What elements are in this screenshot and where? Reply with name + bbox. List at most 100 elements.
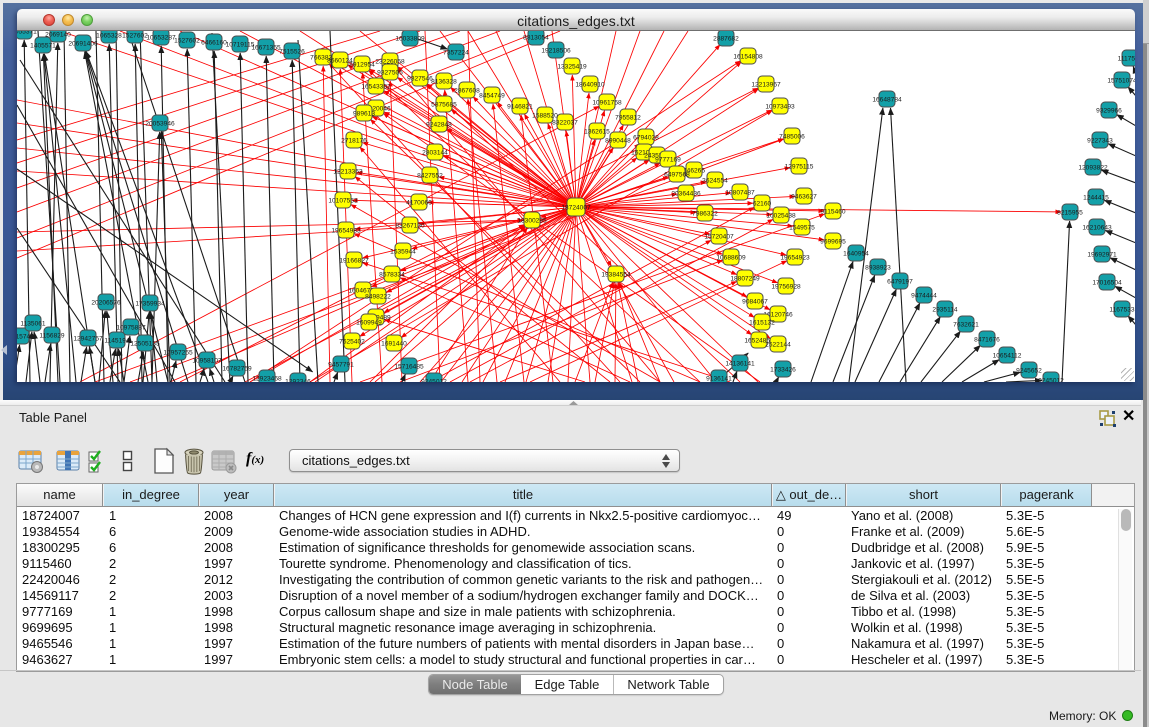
svg-text:1527602: 1527602	[174, 37, 200, 44]
svg-text:2803144: 2803144	[422, 149, 448, 156]
svg-text:9245012: 9245012	[421, 378, 447, 382]
svg-text:17016504: 17016504	[1092, 279, 1122, 286]
svg-text:15716485: 15716485	[394, 363, 424, 370]
svg-text:12923468: 12923468	[252, 375, 282, 382]
svg-text:16154808: 16154808	[733, 53, 763, 60]
svg-text:19654983: 19654983	[331, 227, 361, 234]
svg-text:20053946: 20053946	[145, 120, 175, 127]
svg-text:16782759: 16782759	[222, 365, 252, 372]
svg-text:1244415: 1244415	[1083, 194, 1109, 201]
svg-text:7955812: 7955812	[615, 114, 641, 121]
svg-text:1588520: 1588520	[532, 112, 558, 119]
svg-text:1527602: 1527602	[122, 32, 148, 39]
svg-text:9457791: 9457791	[328, 361, 354, 368]
svg-text:2069140: 2069140	[45, 31, 71, 38]
svg-text:7632621: 7632621	[953, 321, 979, 328]
svg-text:12975115: 12975115	[785, 163, 814, 170]
svg-text:7625402: 7625402	[339, 338, 365, 345]
svg-text:18300295: 18300295	[517, 217, 547, 224]
svg-text:8471676: 8471676	[974, 336, 1000, 343]
svg-text:17957255: 17957255	[163, 349, 193, 356]
svg-text:1733426: 1733426	[770, 366, 796, 373]
svg-text:19166827: 19166827	[339, 257, 369, 264]
svg-text:8136328: 8136328	[431, 78, 457, 85]
svg-text:9777169: 9777169	[655, 156, 681, 163]
svg-text:20206576: 20206576	[91, 299, 121, 306]
svg-text:20364436: 20364436	[671, 190, 701, 197]
svg-text:8427552: 8427552	[417, 172, 443, 179]
svg-text:3915744: 3915744	[17, 333, 34, 340]
svg-text:12093822: 12093822	[1078, 164, 1108, 171]
svg-text:18807249: 18807249	[730, 275, 760, 282]
svg-text:1549575: 1549575	[789, 224, 815, 231]
svg-text:9084067: 9084067	[742, 298, 768, 305]
svg-text:19218506: 19218506	[541, 47, 571, 54]
svg-text:9227343: 9227343	[1087, 137, 1113, 144]
svg-text:20691406: 20691406	[68, 40, 98, 47]
svg-text:2522144: 2522144	[765, 341, 791, 348]
svg-text:989613: 989613	[353, 110, 375, 117]
svg-text:1117535: 1117535	[1118, 55, 1135, 62]
svg-text:9242848: 9242848	[426, 121, 452, 128]
svg-text:12213363: 12213363	[333, 168, 363, 175]
svg-text:7986322: 7986322	[692, 210, 718, 217]
svg-text:7357224: 7357224	[443, 49, 469, 56]
svg-text:10107553: 10107553	[328, 197, 358, 204]
svg-text:9327505: 9327505	[377, 69, 403, 76]
svg-text:8322037: 8322037	[552, 119, 578, 126]
svg-text:10961758: 10961758	[592, 99, 622, 106]
svg-text:10654112: 10654112	[993, 352, 1022, 359]
svg-text:8912954: 8912954	[349, 61, 375, 68]
svg-text:10653287: 10653287	[146, 34, 176, 41]
svg-text:10688609: 10688609	[716, 254, 746, 261]
svg-text:12942757: 12942757	[73, 335, 103, 342]
svg-text:10025438: 10025438	[766, 212, 796, 219]
svg-text:14136141: 14136141	[725, 360, 755, 367]
svg-text:6794028: 6794028	[633, 134, 659, 141]
svg-text:1609949: 1609949	[356, 319, 382, 326]
svg-text:7515526: 7515526	[279, 48, 305, 55]
svg-text:62160: 62160	[753, 200, 772, 207]
svg-text:7485006: 7485006	[779, 133, 805, 140]
svg-text:18724007: 18724007	[561, 204, 591, 211]
svg-text:19654923: 19654923	[780, 254, 810, 261]
svg-text:15751074: 15751074	[1107, 77, 1135, 84]
svg-text:15720407: 15720407	[704, 233, 734, 240]
svg-text:8215955: 8215955	[1057, 209, 1083, 216]
svg-text:1640954: 1640954	[843, 250, 869, 257]
svg-text:16210643: 16210643	[1082, 224, 1112, 231]
svg-text:16033809: 16033809	[395, 35, 425, 42]
svg-text:17359934: 17359934	[135, 300, 165, 307]
svg-text:9463627: 9463627	[791, 193, 817, 200]
svg-text:6479197: 6479197	[887, 278, 913, 285]
svg-text:16648784: 16648784	[872, 96, 902, 103]
svg-text:5875685: 5875685	[431, 101, 457, 108]
svg-text:9699695: 9699695	[820, 238, 846, 245]
svg-text:10975887: 10975887	[116, 324, 146, 331]
svg-text:9329966: 9329966	[1096, 107, 1122, 114]
svg-text:1691440: 1691440	[381, 340, 407, 347]
svg-text:16543382: 16543382	[361, 83, 391, 90]
svg-text:10973493: 10973493	[765, 103, 795, 110]
svg-text:1362615: 1362615	[584, 128, 610, 135]
svg-text:2935114: 2935114	[932, 306, 958, 313]
svg-text:2718176: 2718176	[341, 137, 367, 144]
svg-text:6497568: 6497568	[664, 171, 690, 178]
svg-text:8990448: 8990448	[605, 137, 631, 144]
svg-text:18640910: 18640910	[575, 81, 605, 88]
svg-text:6466160: 6466160	[201, 39, 227, 46]
svg-text:8938923: 8938923	[865, 264, 891, 271]
svg-text:16671355: 16671355	[251, 44, 281, 51]
svg-text:9245012: 9245012	[1038, 377, 1064, 382]
svg-text:8454749: 8454749	[479, 92, 505, 99]
svg-text:19384554: 19384554	[601, 271, 631, 278]
svg-text:1167533: 1167533	[1109, 306, 1135, 313]
svg-text:12213967: 12213967	[751, 81, 781, 88]
svg-text:3624554: 3624554	[702, 177, 728, 184]
svg-text:2887682: 2887682	[713, 35, 739, 42]
svg-text:4170066: 4170066	[406, 199, 432, 206]
svg-text:12505135: 12505135	[130, 340, 160, 347]
svg-text:19756928: 19756928	[771, 283, 801, 290]
svg-text:1135061: 1135061	[20, 320, 46, 327]
svg-text:9146821: 9146821	[507, 103, 533, 110]
